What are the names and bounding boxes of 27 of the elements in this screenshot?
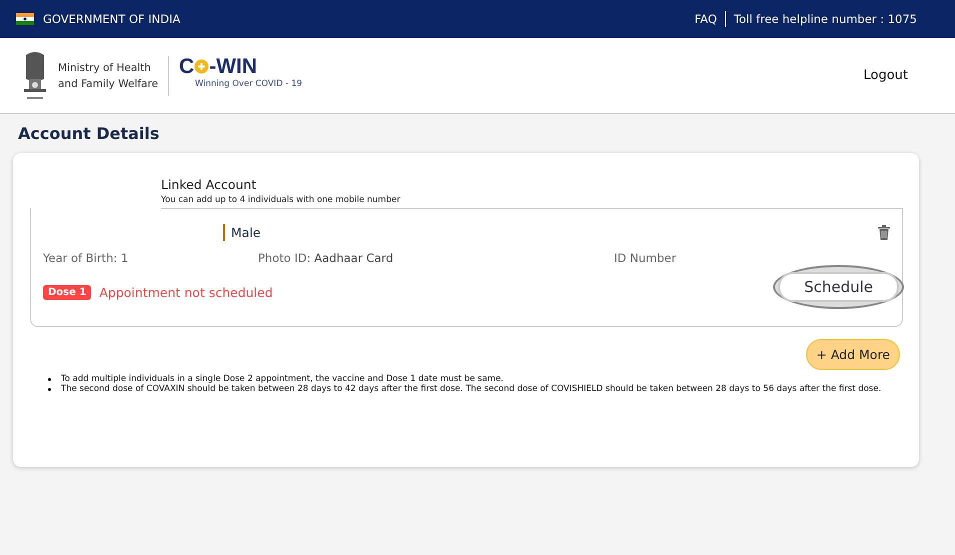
year-of-birth: Year of Birth: 1 bbox=[43, 251, 130, 265]
section-title: Linked Account bbox=[161, 177, 258, 192]
flag-icon bbox=[16, 13, 34, 25]
bullet-icon bbox=[48, 378, 51, 381]
appointment-status: Appointment not scheduled bbox=[99, 284, 274, 300]
note-text: The second dose of COVAXIN should be taken between 28 days to 42 days after the first dose. The second dose of COVISHIELD should be taken between 28 days to 56 days after the first dose. bbox=[61, 384, 882, 394]
section-subtitle: You can add up to 4 individuals with one mobile number bbox=[161, 195, 402, 205]
bullet-icon bbox=[48, 388, 51, 391]
id-number-label: ID Number bbox=[614, 251, 676, 265]
government-title: GOVERNMENT OF INDIA bbox=[43, 12, 180, 26]
note-text: To add multiple individuals in a single Dose 2 appointment, the vaccine and Dose 1 date must be same. bbox=[61, 374, 504, 384]
trash-icon[interactable] bbox=[878, 224, 890, 240]
gender-text: Male bbox=[231, 224, 262, 240]
add-more-button[interactable]: + Add More bbox=[806, 339, 900, 370]
plus-circle-icon bbox=[194, 59, 210, 74]
logo-text: -WIN bbox=[209, 54, 258, 78]
schedule-button[interactable]: Schedule bbox=[778, 272, 899, 302]
top-link[interactable]: Toll free helpline number : 1075 bbox=[734, 12, 917, 26]
ministry-name: and Family Welfare bbox=[58, 76, 158, 92]
photo-id: Photo ID: Aadhaar Card bbox=[258, 251, 394, 265]
ministry-name: Ministry of Health bbox=[58, 60, 152, 76]
logo-text: C bbox=[179, 54, 194, 78]
logo-tagline: Winning Over COVID - 19 bbox=[195, 78, 302, 88]
logout-link[interactable]: Logout bbox=[863, 68, 908, 83]
dose-badge: Dose 1 bbox=[43, 284, 92, 300]
top-link[interactable]: FAQ bbox=[694, 12, 717, 26]
page-title: Account Details bbox=[18, 124, 160, 143]
